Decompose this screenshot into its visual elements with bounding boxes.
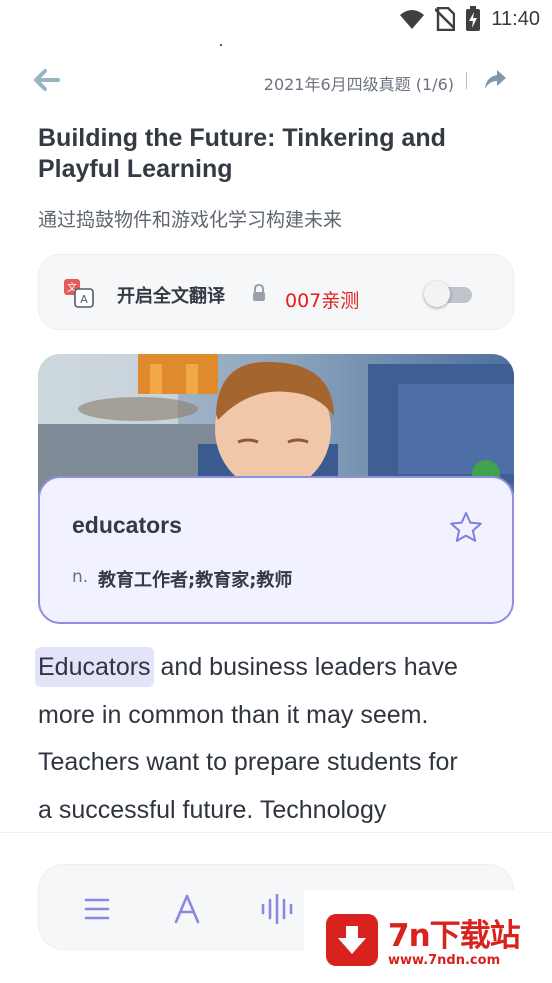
watermark-title: 7n下载站 (388, 918, 521, 954)
body-line: Educators and business leaders have (35, 644, 518, 692)
exam-title: 2021年6月四级真题 (1/6) (263, 75, 454, 94)
watermark-url: www.7ndn.com (388, 953, 501, 968)
arrow-left-icon (34, 69, 60, 91)
article-body: Educators and business leaders have more… (35, 644, 518, 834)
header-divider (466, 72, 467, 89)
translation-label: 开启全文翻译 (117, 286, 225, 307)
highlighted-word[interactable]: Educators (35, 647, 154, 687)
status-icons: 11:40 (399, 6, 540, 32)
body-line: more in common than it may seem. (38, 700, 429, 729)
font-size-button[interactable] (167, 891, 207, 927)
share-arrow-icon (485, 70, 506, 89)
audio-wave-icon (261, 894, 293, 924)
camera-dot (220, 44, 222, 46)
translation-toggle[interactable] (424, 281, 474, 307)
article-subtitle: 通过捣鼓物件和游戏化学习构建未来 (38, 209, 343, 231)
back-button[interactable] (30, 66, 62, 94)
part-of-speech: n. (72, 567, 89, 587)
svg-text:A: A (80, 293, 88, 306)
toggle-knob (424, 281, 450, 307)
full-translation-card: 文 A 开启全文翻译 007亲测 (38, 254, 514, 330)
watermark: 7n下载站 www.7ndn.com (304, 890, 550, 976)
download-arrow-icon (326, 914, 378, 966)
status-time: 11:40 (491, 7, 540, 30)
audio-button[interactable] (257, 891, 297, 927)
font-size-icon (174, 894, 200, 924)
definition-popup: educators n. 教育工作者;教育家;教师 (38, 476, 514, 624)
wifi-icon (400, 10, 425, 29)
no-sim-icon (435, 7, 456, 31)
child-playing-photo (38, 354, 514, 494)
lock-icon (253, 283, 265, 301)
body-line: Teachers want to prepare students for (38, 748, 458, 776)
word-meaning: 教育工作者;教育家;教师 (98, 570, 293, 591)
contents-button[interactable] (77, 891, 117, 927)
promo-text: 007亲测 (285, 290, 360, 312)
body-line-text: and business leaders have (153, 653, 458, 681)
battery-charging-icon (466, 6, 481, 31)
translate-icon: 文 A (64, 279, 94, 308)
bottom-divider (0, 832, 552, 833)
favorite-button[interactable] (448, 510, 484, 546)
list-icon (84, 898, 110, 920)
share-button[interactable] (480, 66, 510, 94)
status-bar: 11:40 (0, 0, 552, 38)
body-line: a successful future. Technology (38, 795, 387, 824)
article-title: Building the Future: Tinkering and Playf… (38, 124, 446, 183)
popup-word: educators (72, 512, 182, 538)
star-outline-icon (450, 512, 482, 542)
article-image (38, 354, 514, 494)
